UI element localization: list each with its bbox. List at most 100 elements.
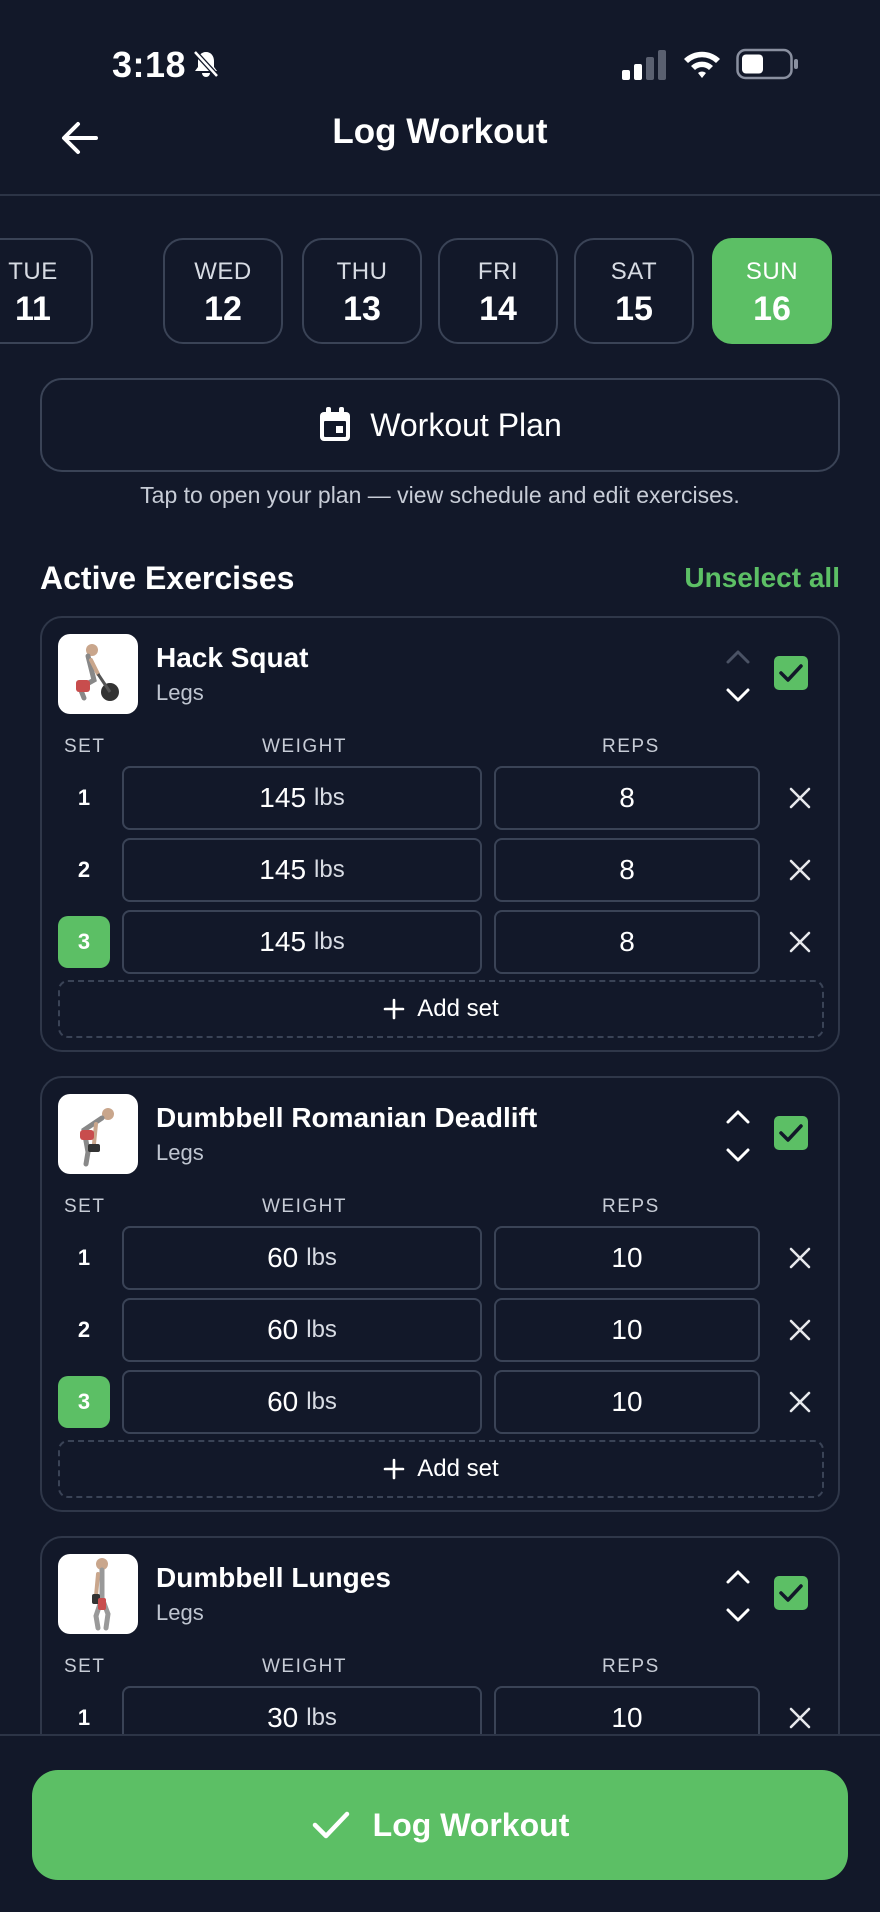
workout-plan-hint: Tap to open your plan — view schedule an… <box>140 482 740 508</box>
day-date: 13 <box>343 290 381 328</box>
move-down-button[interactable] <box>722 1602 754 1628</box>
chevron-up-icon <box>726 1570 750 1584</box>
set-row: 2 60 lbs 10 <box>42 1298 842 1362</box>
workout-plan-button[interactable]: Workout Plan <box>40 378 840 472</box>
move-up-button[interactable] <box>722 1564 754 1590</box>
chevron-up-icon <box>726 1110 750 1124</box>
column-header-set: SET <box>64 1656 106 1677</box>
weight-input[interactable]: 145 lbs <box>122 910 482 974</box>
move-up-button[interactable] <box>722 644 754 670</box>
day-date: 15 <box>615 290 653 328</box>
reps-input[interactable]: 10 <box>494 1370 760 1434</box>
exercise-name: Hack Squat <box>156 642 309 673</box>
day-sun[interactable]: SUN 16 <box>712 238 832 344</box>
weight-input[interactable]: 145 lbs <box>122 838 482 902</box>
weight-unit: lbs <box>314 928 345 955</box>
day-sat[interactable]: SAT 15 <box>574 238 694 344</box>
set-row: 2 145 lbs 8 <box>42 838 842 902</box>
day-tue[interactable]: TUE 11 <box>0 238 93 344</box>
weight-input[interactable]: 60 lbs <box>122 1298 482 1362</box>
weight-value: 145 <box>259 926 307 957</box>
day-fri[interactable]: FRI 14 <box>438 238 558 344</box>
log-workout-button[interactable]: Log Workout <box>32 1770 848 1880</box>
exercise-thumbnail <box>58 1554 138 1634</box>
column-header-set: SET <box>64 1196 106 1217</box>
column-header-reps: REPS <box>602 1196 660 1217</box>
checkmark-icon <box>312 1811 349 1839</box>
move-up-button[interactable] <box>722 1104 754 1130</box>
reps-value: 10 <box>611 1702 643 1733</box>
reps-input[interactable]: 8 <box>494 766 760 830</box>
exercise-thumbnail <box>58 634 138 714</box>
day-wed[interactable]: WED 12 <box>163 238 283 344</box>
weight-input[interactable]: 60 lbs <box>122 1370 482 1434</box>
add-set-label: Add set <box>417 995 499 1022</box>
delete-set-button[interactable] <box>782 852 818 888</box>
exercise-checkbox[interactable] <box>774 1576 808 1610</box>
weight-value: 145 <box>259 854 307 885</box>
cellular-signal-icon <box>622 50 666 80</box>
plus-icon <box>383 1458 405 1480</box>
chevron-down-icon <box>726 1148 750 1162</box>
delete-set-button[interactable] <box>782 1384 818 1420</box>
exercise-checkbox[interactable] <box>774 1116 808 1150</box>
reps-value: 8 <box>619 782 635 813</box>
reps-value: 8 <box>619 854 635 885</box>
exercise-checkbox[interactable] <box>774 656 808 690</box>
weight-value: 60 <box>267 1386 299 1417</box>
set-number[interactable]: 3 <box>58 916 110 968</box>
close-icon <box>789 1707 811 1729</box>
set-number[interactable]: 2 <box>58 844 110 896</box>
weight-unit: lbs <box>306 1316 337 1343</box>
column-header-weight: WEIGHT <box>262 1656 347 1677</box>
move-down-button[interactable] <box>722 682 754 708</box>
weight-unit: lbs <box>306 1388 337 1415</box>
app-header: Log Workout <box>0 100 880 196</box>
checkmark-icon <box>779 1584 803 1602</box>
column-header-weight: WEIGHT <box>262 736 347 757</box>
day-name: TUE <box>8 258 58 285</box>
set-number[interactable]: 1 <box>58 772 110 824</box>
reps-input[interactable]: 10 <box>494 1298 760 1362</box>
exercise-category: Legs <box>156 1140 204 1165</box>
reps-input[interactable]: 8 <box>494 910 760 974</box>
weight-unit: lbs <box>306 1244 337 1271</box>
plus-icon <box>383 998 405 1020</box>
close-icon <box>789 859 811 881</box>
delete-set-button[interactable] <box>782 1240 818 1276</box>
delete-set-button[interactable] <box>782 924 818 960</box>
delete-set-button[interactable] <box>782 780 818 816</box>
unselect-all-button[interactable]: Unselect all <box>684 562 840 594</box>
move-down-button[interactable] <box>722 1142 754 1168</box>
set-number[interactable]: 3 <box>58 1376 110 1428</box>
delete-set-button[interactable] <box>782 1312 818 1348</box>
chevron-up-icon <box>726 650 750 664</box>
log-workout-label: Log Workout <box>372 1806 570 1843</box>
exercise-category: Legs <box>156 680 204 705</box>
set-row: 3 145 lbs 8 <box>42 910 842 974</box>
set-number[interactable]: 2 <box>58 1304 110 1356</box>
add-set-label: Add set <box>417 1455 499 1482</box>
add-set-button[interactable]: Add set <box>58 980 824 1038</box>
day-name: SUN <box>745 258 799 285</box>
battery-icon <box>736 48 798 80</box>
bell-muted-icon <box>193 50 219 78</box>
delete-set-button[interactable] <box>782 1700 818 1736</box>
checkmark-icon <box>779 1124 803 1142</box>
add-set-button[interactable]: Add set <box>58 1440 824 1498</box>
day-selector[interactable]: TUE 11 WED 12 THU 13 FRI 14 SAT 15 SUN 16 <box>0 238 880 346</box>
day-date: 11 <box>15 290 51 328</box>
day-thu[interactable]: THU 13 <box>302 238 422 344</box>
reps-input[interactable]: 8 <box>494 838 760 902</box>
day-date: 14 <box>479 290 517 328</box>
reps-input[interactable]: 10 <box>494 1226 760 1290</box>
chevron-down-icon <box>726 688 750 702</box>
weight-input[interactable]: 145 lbs <box>122 766 482 830</box>
day-name: FRI <box>477 258 519 285</box>
weight-input[interactable]: 60 lbs <box>122 1226 482 1290</box>
checkmark-icon <box>779 664 803 682</box>
day-date: 12 <box>204 290 242 328</box>
set-row: 1 60 lbs 10 <box>42 1226 842 1290</box>
reps-value: 10 <box>611 1242 643 1273</box>
set-number[interactable]: 1 <box>58 1232 110 1284</box>
